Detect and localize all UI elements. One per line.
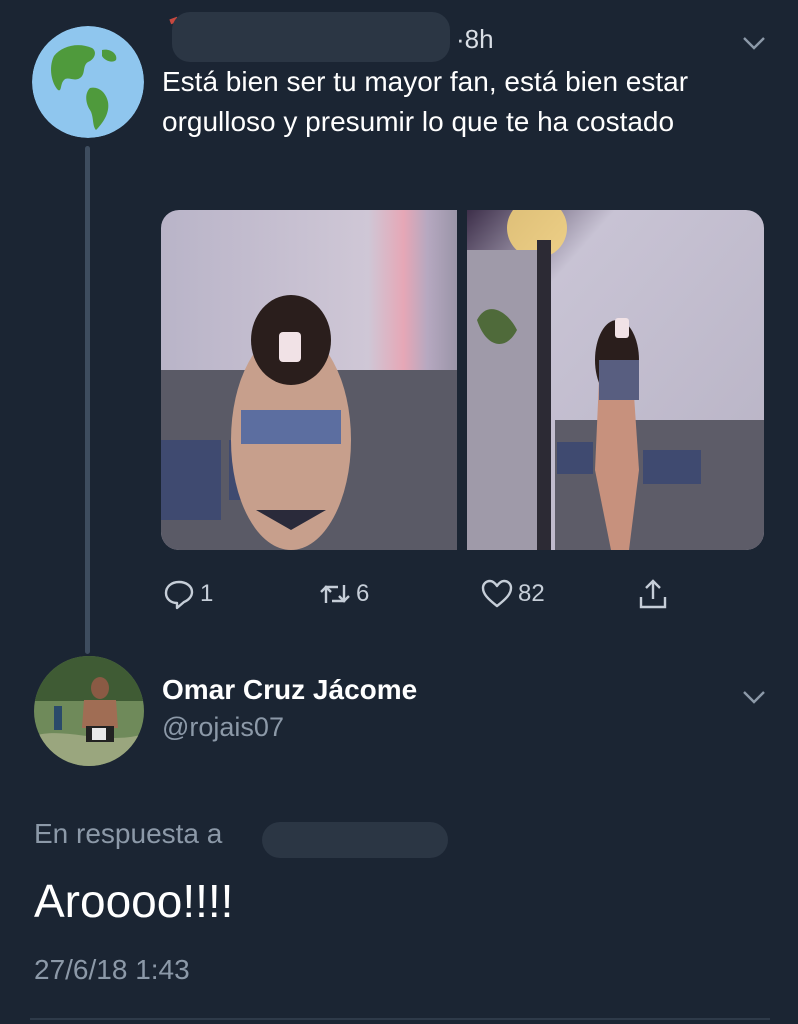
reply-author-name[interactable]: Omar Cruz Jácome <box>162 674 417 706</box>
tweet-time: ·8h <box>456 24 494 54</box>
divider <box>30 1018 770 1020</box>
reply-action[interactable]: 1 <box>162 576 213 612</box>
reply-timestamp: 27/6/18 1:43 <box>34 954 190 985</box>
reply-avatar[interactable] <box>34 656 144 766</box>
share-action[interactable] <box>636 576 670 612</box>
tweet-media[interactable] <box>161 210 764 550</box>
like-count: 82 <box>518 580 545 607</box>
thread-line <box>85 146 90 654</box>
photo-right[interactable] <box>467 210 764 550</box>
reply-count: 1 <box>200 580 214 607</box>
redacted-username <box>172 12 450 62</box>
retweet-count: 6 <box>356 580 370 607</box>
reply-text: Aroooo!!!! <box>34 875 234 927</box>
chevron-down-icon[interactable] <box>742 690 766 704</box>
photo-left[interactable] <box>161 210 457 550</box>
share-icon <box>639 579 667 609</box>
tweet-text: Está bien ser tu mayor fan, está bien es… <box>162 66 689 137</box>
media-gap <box>457 210 467 550</box>
retweet-action[interactable]: 6 <box>318 576 369 612</box>
avatar[interactable] <box>32 26 144 138</box>
in-reply-to-label: En respuesta a <box>34 818 223 849</box>
globe-americas-icon <box>32 26 144 138</box>
reply-bubble-icon <box>164 580 194 610</box>
reply-author-handle[interactable]: @rojais07 <box>162 712 284 743</box>
chevron-down-icon[interactable] <box>742 36 766 50</box>
profile-photo <box>34 656 144 766</box>
like-action[interactable]: 82 <box>480 576 545 612</box>
redacted-reply-target <box>262 822 448 858</box>
heart-icon <box>481 579 513 608</box>
retweet-icon <box>320 585 350 603</box>
